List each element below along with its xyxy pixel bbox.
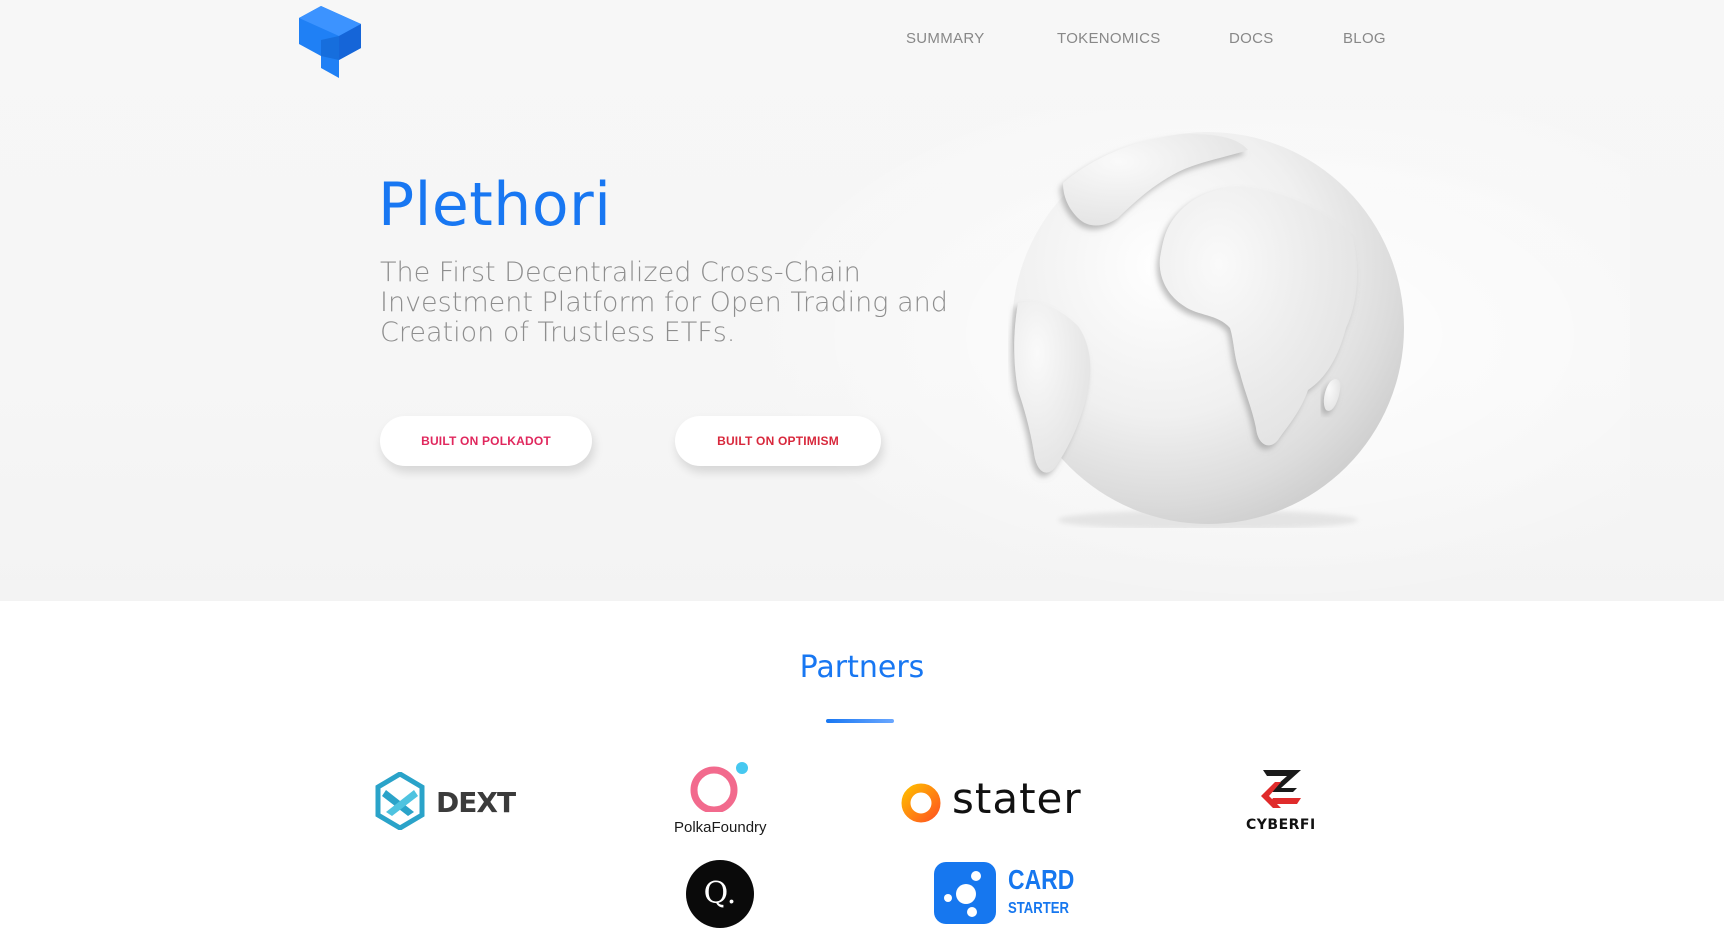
cyberfi-logo-text: CYBERFI [1246, 817, 1316, 833]
hero-subtitle: The First Decentralized Cross-Chain Inve… [380, 257, 948, 348]
nav-docs-link[interactable]: DOCS [1229, 30, 1274, 47]
top-nav: SUMMARY TOKENOMICS DOCS BLOG [0, 30, 1724, 54]
partner-stater-logo[interactable]: stater [900, 774, 1110, 826]
nav-summary-link[interactable]: SUMMARY [906, 30, 985, 47]
partner-cardstarter-logo[interactable]: CARD STARTER [934, 862, 1074, 924]
dext-mark-icon [375, 772, 425, 830]
stater-ring-icon [901, 783, 941, 823]
stater-logo-text: stater [952, 774, 1082, 823]
cardstarter-logo-text-top: CARD [1008, 864, 1075, 895]
partners-title: Partners [799, 650, 925, 685]
hero-title: Plethori [378, 170, 612, 240]
cyberfi-mark-icon [1261, 770, 1301, 808]
cardstarter-logo-text-bottom: STARTER [1008, 900, 1069, 917]
built-on-optimism-button[interactable]: BUILT ON OPTIMISM [675, 416, 881, 466]
partner-polkafoundry-logo[interactable]: PolkaFoundry [672, 760, 772, 840]
polkafoundry-logo-text: PolkaFoundry [674, 819, 767, 836]
nav-blog-link[interactable]: BLOG [1343, 30, 1386, 47]
dext-logo-text: DEXT [436, 786, 516, 819]
partner-cyberfi-logo[interactable]: CYBERFI [1244, 768, 1316, 836]
cardstarter-mark-icon [934, 862, 996, 924]
nav-tokenomics-link[interactable]: TOKENOMICS [1057, 30, 1161, 47]
partner-q-logo[interactable]: Q. [686, 860, 754, 928]
partner-dext-logo[interactable]: DEXT [374, 772, 516, 830]
page: SUMMARY TOKENOMICS DOCS BLOG Plethori Th… [0, 0, 1724, 945]
built-on-polkadot-button[interactable]: BUILT ON POLKADOT [380, 416, 592, 466]
hero-section: SUMMARY TOKENOMICS DOCS BLOG Plethori Th… [0, 0, 1724, 601]
partners-title-underline [826, 719, 894, 723]
polkafoundry-mark-icon [690, 762, 748, 812]
q-logo-text: Q. [703, 876, 737, 911]
globe-illustration [1012, 132, 1404, 528]
